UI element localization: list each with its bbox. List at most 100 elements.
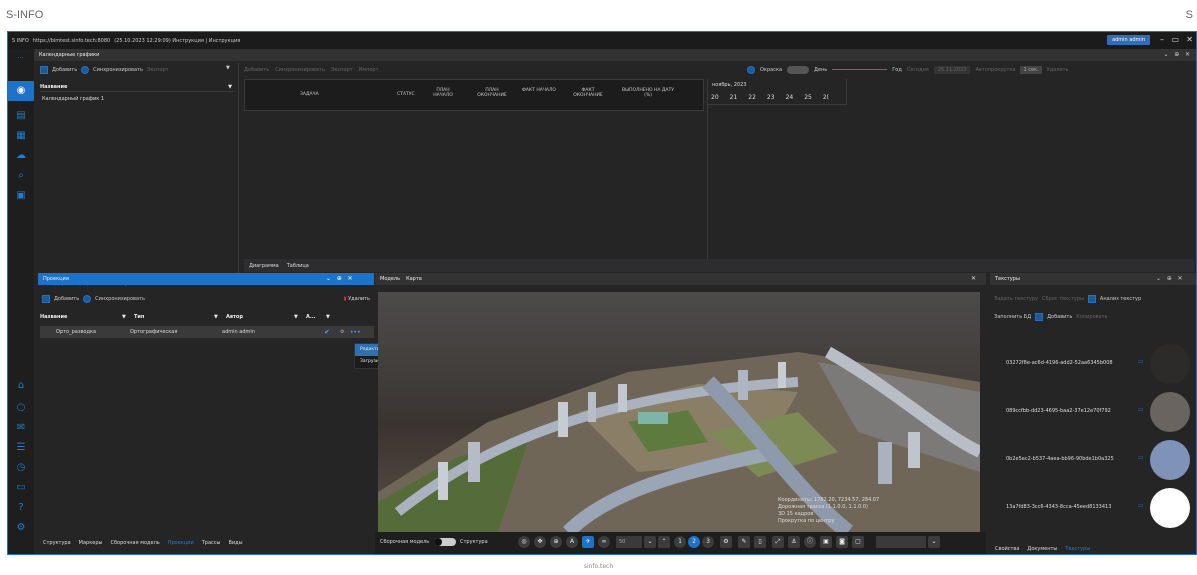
assembly-toggle[interactable] xyxy=(434,538,456,546)
model-3d-viewport[interactable] xyxy=(378,292,980,532)
tab-views[interactable]: Виды xyxy=(228,540,242,546)
extra-field[interactable] xyxy=(876,536,926,548)
projections-delete-button[interactable]: ▮ Удалить xyxy=(344,296,370,302)
tab-structure[interactable]: Структура xyxy=(43,540,71,546)
proj-filter-icon-3[interactable]: ▼ xyxy=(294,314,306,320)
fly-icon[interactable]: ✈ xyxy=(582,536,594,548)
page-1-button[interactable]: 1 xyxy=(674,536,686,548)
projections-controls[interactable]: ⌄ ⊕ ✕ xyxy=(326,275,353,282)
calendar-sync-button[interactable]: Синхронизировать xyxy=(93,67,143,73)
location-icon[interactable]: ◎ xyxy=(518,536,530,548)
page-3-button[interactable]: 3 xyxy=(702,536,714,548)
layers-icon[interactable]: ▤ xyxy=(13,109,29,123)
server-url[interactable]: https://bimtest.sinfo.tech:8080 xyxy=(33,38,110,44)
calendar-panel-controls[interactable]: ⌄ ⊕ ✕ xyxy=(1163,51,1190,58)
proj-filter-icon-1[interactable]: ▼ xyxy=(122,314,134,320)
text-icon[interactable]: A xyxy=(566,536,578,548)
more-button[interactable]: ••• xyxy=(350,329,361,336)
textures-add-button[interactable]: Добавить xyxy=(1047,314,1072,320)
search-icon[interactable]: ⌕ xyxy=(13,169,29,183)
menu-dots-icon[interactable]: ··· xyxy=(17,54,24,62)
tab-textures[interactable]: Текстуры xyxy=(1065,546,1090,552)
date-field[interactable]: 25.11.2023 xyxy=(933,65,971,74)
check-icon[interactable]: ✔ xyxy=(324,328,340,336)
set-texture-button[interactable]: Задать текстуру xyxy=(994,296,1038,302)
tab-documents[interactable]: Документы xyxy=(1027,546,1057,552)
speed-field[interactable]: 50 xyxy=(616,536,642,548)
texture-item[interactable]: 03272f8e-ac6d-4196-add2-52aa6345b008 ▭ xyxy=(990,342,1196,386)
autoscroll-select[interactable]: 1 сек. xyxy=(1020,65,1042,74)
settings-icon[interactable]: ⚙ xyxy=(13,521,29,535)
proj-filter-icon-4[interactable]: ▼ xyxy=(326,314,330,320)
gear-icon[interactable]: ⚙ xyxy=(720,536,732,548)
comment-icon[interactable]: ▭ xyxy=(1138,406,1144,413)
binoculars-icon[interactable]: ∞ xyxy=(598,536,610,548)
extra-down-icon[interactable]: ⌄ xyxy=(928,536,940,548)
tab-projections[interactable]: Проекции xyxy=(168,540,194,546)
tab-routes[interactable]: Трассы xyxy=(202,540,221,546)
calendar-list-dropdown-icon[interactable]: ▼ xyxy=(226,65,230,71)
today-button[interactable]: Сегодня xyxy=(907,67,929,73)
briefcase-icon[interactable]: ▭ xyxy=(13,481,29,495)
tab-diagram[interactable]: Диаграмма xyxy=(249,263,279,269)
help-icon[interactable]: ? xyxy=(13,501,29,515)
proj-filter-icon-2[interactable]: ▼ xyxy=(214,314,226,320)
pen-icon[interactable]: ✎ xyxy=(738,536,750,548)
zoom-slider[interactable] xyxy=(832,69,888,70)
filter-icon[interactable]: ▼ xyxy=(228,84,232,90)
bookmark-icon[interactable]: ▣ xyxy=(820,536,832,548)
calendar-add-button[interactable]: Добавить xyxy=(52,67,77,73)
textures-controls[interactable]: ⌄ ⊕ ✕ xyxy=(1156,275,1183,282)
eye-icon[interactable]: ◉ xyxy=(13,84,29,98)
calendar-list-item[interactable]: Календарный график 1 xyxy=(42,96,104,102)
tab-markers[interactable]: Маркеры xyxy=(79,540,103,546)
page-2-button[interactable]: 2 xyxy=(688,536,700,548)
main-sync-button[interactable]: Синхронизировать xyxy=(275,67,325,73)
main-export-button[interactable]: Экспорт xyxy=(331,67,353,73)
fill-db-button[interactable]: Заполнить БД xyxy=(994,314,1031,320)
comment-icon[interactable]: ▭ xyxy=(1138,454,1144,461)
list-icon[interactable]: ☰ xyxy=(13,441,29,455)
textures-copy-button[interactable]: Копировать xyxy=(1076,314,1107,320)
edit-icon[interactable]: ⚙ xyxy=(340,329,350,335)
page-icon[interactable]: ▯ xyxy=(754,536,766,548)
projections-sync-button[interactable]: Синхронизировать xyxy=(95,296,145,302)
comment-icon[interactable]: ▭ xyxy=(1138,502,1144,509)
user-button[interactable]: admin admin xyxy=(1107,35,1150,45)
info-icon[interactable]: ⓘ xyxy=(804,536,816,548)
document-icon[interactable]: ▦ xyxy=(13,129,29,143)
calendar-export-button[interactable]: Экспорт xyxy=(147,67,169,73)
tab-table[interactable]: Таблица xyxy=(287,263,309,269)
home-icon[interactable]: ⌂ xyxy=(13,379,29,393)
model-close-icon[interactable]: ✕ xyxy=(971,275,976,282)
cloud-icon[interactable]: ☁ xyxy=(13,149,29,163)
analyze-textures-button[interactable]: Анализ текстур xyxy=(1100,296,1141,302)
close-button[interactable]: ✕ xyxy=(1186,35,1193,45)
texture-item[interactable]: 089ccfbb-dd23-4695-baa2-37e12e70f792 ▭ xyxy=(990,390,1196,434)
tab-map[interactable]: Карта xyxy=(406,276,422,282)
chat-icon[interactable]: ○ xyxy=(13,401,29,415)
anchor-icon[interactable]: ⚓ xyxy=(788,536,800,548)
measure-icon[interactable]: ⤢ xyxy=(772,536,784,548)
main-import-button[interactable]: Импорт xyxy=(359,67,379,73)
main-add-button[interactable]: Добавить xyxy=(244,67,269,73)
calendar-icon[interactable]: ▣ xyxy=(13,189,29,203)
texture-item[interactable]: 13a7fd83-3cc6-4343-8cca-45eed8133413 ▭ xyxy=(990,486,1196,530)
move-icon[interactable]: ⊕ xyxy=(550,536,562,548)
pointer-icon[interactable]: ✥ xyxy=(534,536,546,548)
camera-icon[interactable]: ◙ xyxy=(836,536,848,548)
clock-icon[interactable]: ◷ xyxy=(13,461,29,475)
projections-add-button[interactable]: Добавить xyxy=(54,296,79,302)
splitter[interactable] xyxy=(238,63,239,278)
reset-texture-button[interactable]: Сброс текстуры xyxy=(1042,296,1084,302)
mail-icon[interactable]: ✉ xyxy=(13,421,29,435)
chevron-down-icon[interactable]: ⌄ xyxy=(644,536,656,548)
tab-assembly[interactable]: Сборочная модель xyxy=(110,540,159,546)
main-delete-button[interactable]: Удалить xyxy=(1047,67,1069,73)
minimize-button[interactable]: – xyxy=(1160,35,1164,45)
comment-icon[interactable]: ▭ xyxy=(1138,358,1144,365)
projection-row[interactable]: Орто_разводка Ортографическая admin admi… xyxy=(40,326,374,338)
coloring-toggle[interactable] xyxy=(787,65,810,74)
chevron-up-icon[interactable]: ⌃ xyxy=(658,536,670,548)
tab-properties[interactable]: Свойства xyxy=(995,546,1019,552)
